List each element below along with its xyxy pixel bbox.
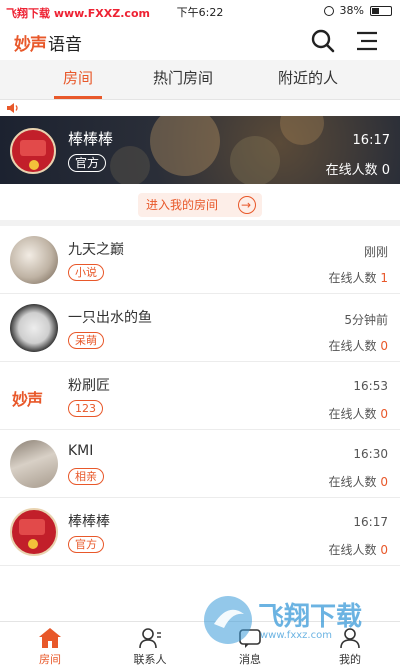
tab-rooms[interactable]: 房间	[30, 60, 126, 100]
room-avatar	[10, 236, 58, 284]
app-header: 妙声 语音	[0, 22, 400, 60]
room-avatar	[10, 304, 58, 352]
avatar-card	[19, 519, 45, 535]
tabbar-rooms[interactable]: 房间	[0, 622, 100, 667]
room-time: 刚刚	[363, 245, 388, 259]
room-avatar	[10, 508, 58, 556]
avatar-badge	[28, 539, 38, 549]
my-room-card[interactable]: 棒棒棒 官方 16:17 在线人数 0	[0, 116, 400, 184]
room-name: 粉刷匠	[68, 378, 110, 394]
room-tabs: 房间 热门房间 附近的人	[0, 60, 400, 100]
online-count: 1	[380, 271, 388, 285]
status-indicators: 38%	[323, 4, 392, 17]
arrow-right-icon	[238, 193, 256, 217]
online-label: 在线人数	[325, 163, 378, 178]
room-online: 在线人数 0	[329, 541, 388, 558]
tab-nearby-people[interactable]: 附近的人	[258, 60, 358, 100]
my-room-avatar	[10, 128, 56, 174]
room-online: 在线人数 0	[329, 473, 388, 490]
online-label: 在线人数	[328, 271, 377, 285]
room-list-item[interactable]: 一只出水的鱼 呆萌 5分钟前 在线人数 0	[0, 294, 400, 362]
room-time: 16:30	[353, 447, 388, 461]
enter-room-area: 进入我的房间	[0, 184, 400, 226]
online-label: 在线人数	[328, 339, 377, 353]
online-count: 0	[380, 475, 388, 489]
app-name: 语音	[48, 35, 82, 55]
room-time: 5分钟前	[344, 313, 388, 327]
room-list-item[interactable]: 九天之巅 小说 刚刚 在线人数 1	[0, 226, 400, 294]
tabbar-label: 消息	[239, 653, 261, 666]
room-time: 16:53	[353, 379, 388, 393]
contacts-icon	[139, 628, 161, 649]
room-time: 16:17	[353, 515, 388, 529]
watermark-url: www.fxxz.com	[260, 630, 332, 641]
room-avatar: 妙声	[10, 372, 58, 420]
room-list: 九天之巅 小说 刚刚 在线人数 1 一只出水的鱼 呆萌 5分钟前 在线人数 0 …	[0, 226, 400, 566]
watermark-text: 飞翔下载	[258, 602, 363, 632]
online-count: 0	[380, 543, 388, 557]
bokeh-light	[150, 116, 220, 176]
room-name: 九天之巅	[68, 242, 124, 258]
online-label: 在线人数	[328, 475, 377, 489]
home-icon	[39, 628, 61, 648]
room-online: 在线人数 0	[329, 405, 388, 422]
online-label: 在线人数	[328, 543, 377, 557]
enter-button-label: 进入我的房间	[146, 198, 219, 212]
avatar-logo-text: 妙声	[12, 390, 43, 409]
tabbar-label: 我的	[339, 653, 361, 666]
online-label: 在线人数	[328, 407, 377, 421]
room-list-item[interactable]: 妙声 粉刷匠 123 16:53 在线人数 0	[0, 362, 400, 430]
room-name: 一只出水的鱼	[68, 310, 152, 326]
room-online: 在线人数 0	[329, 337, 388, 354]
app-logo: 妙声	[14, 35, 47, 55]
enter-my-room-button[interactable]: 进入我的房间	[138, 193, 262, 217]
avatar-card	[20, 140, 46, 156]
room-list-item[interactable]: KMI 相亲 16:30 在线人数 0	[0, 430, 400, 498]
battery-icon	[370, 5, 392, 16]
online-count: 0	[381, 163, 390, 178]
menu-icon[interactable]	[352, 26, 382, 56]
status-bar: 飞翔下载 www.FXXZ.com 下午6:22 38%	[0, 0, 400, 22]
room-tag: 123	[68, 400, 103, 417]
tabbar-contacts[interactable]: 联系人	[100, 622, 200, 667]
online-count: 0	[380, 339, 388, 353]
bokeh-light	[280, 116, 324, 145]
room-name: KMI	[68, 443, 94, 459]
my-room-name: 棒棒棒	[68, 130, 114, 148]
room-tag: 小说	[68, 264, 104, 281]
tab-hot-rooms[interactable]: 热门房间	[135, 60, 231, 100]
my-room-online: 在线人数 0	[326, 159, 390, 178]
site-watermark: 飞翔下载 www.fxxz.com	[202, 594, 390, 646]
room-tag: 官方	[68, 536, 104, 553]
room-online: 在线人数 1	[329, 269, 388, 286]
room-avatar	[10, 440, 58, 488]
avatar-badge	[29, 160, 39, 170]
bokeh-light	[230, 136, 280, 184]
search-icon[interactable]	[308, 26, 338, 56]
room-name: 棒棒棒	[68, 514, 110, 530]
tabbar-label: 联系人	[133, 653, 167, 666]
bokeh-light	[110, 146, 150, 184]
battery-percent: 38%	[339, 4, 364, 17]
my-room-tag: 官方	[68, 154, 107, 172]
active-tab-indicator	[54, 96, 102, 99]
speaker-icon	[7, 103, 18, 113]
rotation-lock-icon	[323, 5, 334, 16]
online-count: 0	[380, 407, 388, 421]
notice-bar	[0, 100, 400, 116]
room-tag: 相亲	[68, 468, 104, 485]
room-tag: 呆萌	[68, 332, 104, 349]
my-room-time: 16:17	[352, 133, 390, 148]
tabbar-label: 房间	[39, 653, 61, 666]
room-list-item[interactable]: 棒棒棒 官方 16:17 在线人数 0	[0, 498, 400, 566]
watermark-logo-icon	[204, 596, 252, 644]
